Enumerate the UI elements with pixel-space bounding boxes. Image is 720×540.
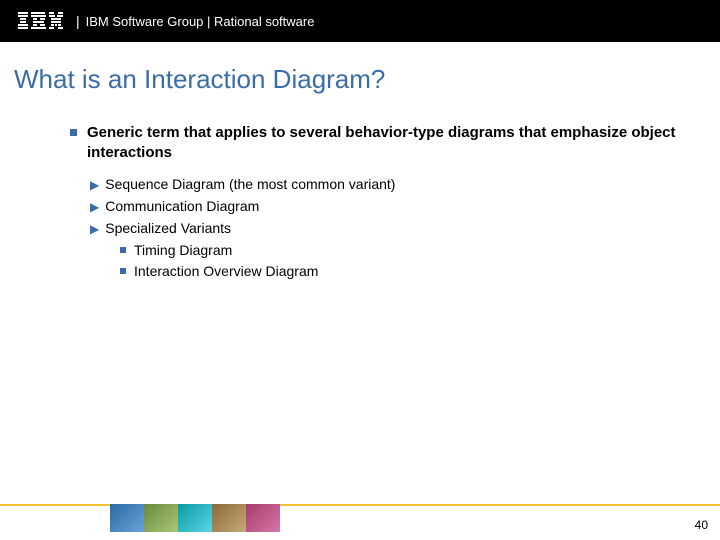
- arrow-icon: ▶: [90, 200, 99, 214]
- header-text: IBM Software Group | Rational software: [86, 14, 315, 29]
- sub-list: ▶ Sequence Diagram (the most common vari…: [70, 176, 680, 279]
- footer-tile: [144, 504, 178, 532]
- main-bullet-text: Generic term that applies to several beh…: [87, 123, 680, 164]
- square-bullet-icon: [120, 247, 126, 253]
- subsub-item-text: Timing Diagram: [134, 242, 232, 258]
- footer-tile: [246, 504, 280, 532]
- subsub-item: Timing Diagram: [120, 242, 680, 258]
- slide-title: What is an Interaction Diagram?: [0, 42, 720, 95]
- sub-item-text: Communication Diagram: [105, 198, 259, 214]
- subsub-item-text: Interaction Overview Diagram: [134, 263, 318, 279]
- arrow-icon: ▶: [90, 222, 99, 236]
- content-area: Generic term that applies to several beh…: [0, 95, 720, 279]
- sub-item: ▶ Communication Diagram: [90, 198, 680, 214]
- page-number: 40: [695, 518, 708, 532]
- sub-item-text: Sequence Diagram (the most common varian…: [105, 176, 395, 192]
- square-bullet-icon: [70, 129, 77, 136]
- subsub-item: Interaction Overview Diagram: [120, 263, 680, 279]
- header-divider: |: [76, 13, 80, 29]
- square-bullet-icon: [120, 268, 126, 274]
- footer-tile: [110, 504, 144, 532]
- footer-tile: [178, 504, 212, 532]
- ibm-logo: [18, 12, 64, 30]
- arrow-icon: ▶: [90, 178, 99, 192]
- footer-accent-line: [0, 504, 720, 506]
- header-bar: | IBM Software Group | Rational software: [0, 0, 720, 42]
- subsub-list: Timing Diagram Interaction Overview Diag…: [90, 242, 680, 279]
- sub-item: ▶ Specialized Variants: [90, 220, 680, 236]
- footer-art: [110, 504, 310, 532]
- sub-item-text: Specialized Variants: [105, 220, 231, 236]
- footer-tile: [212, 504, 246, 532]
- sub-item: ▶ Sequence Diagram (the most common vari…: [90, 176, 680, 192]
- main-bullet: Generic term that applies to several beh…: [70, 123, 680, 164]
- footer: 40: [0, 500, 720, 540]
